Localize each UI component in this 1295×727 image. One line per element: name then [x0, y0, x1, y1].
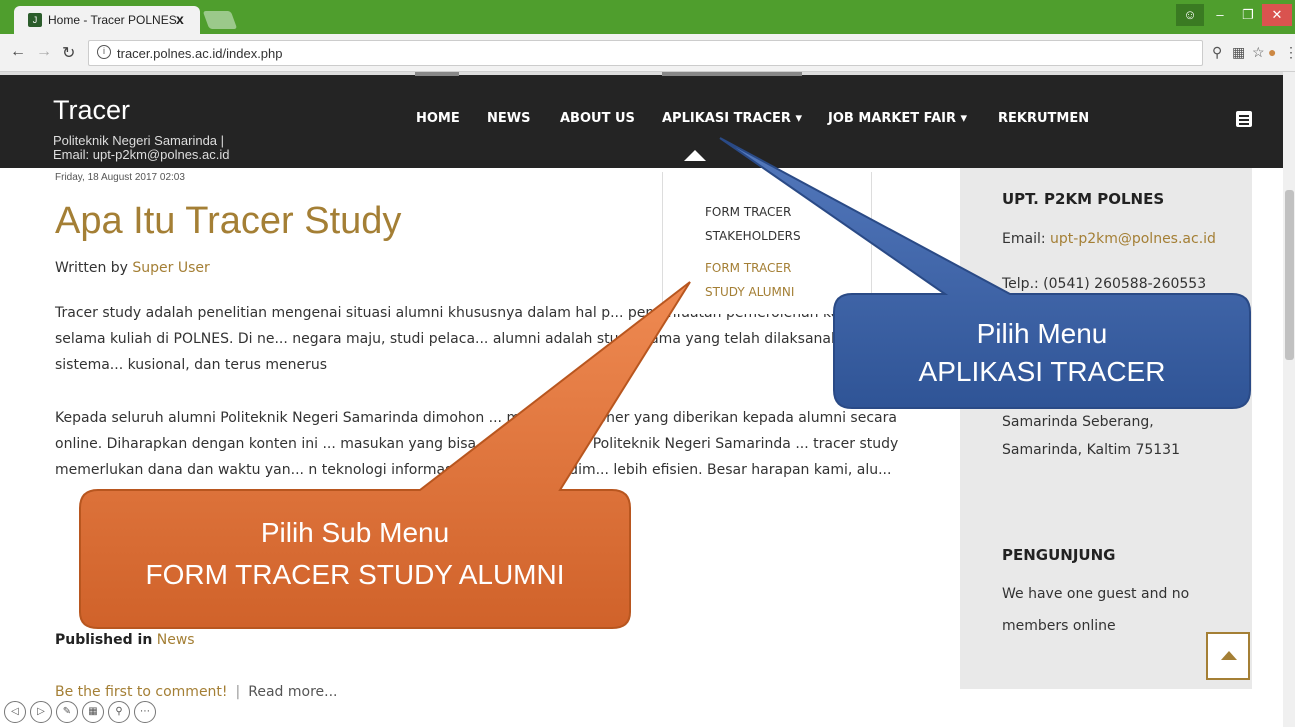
- callout-orange-line2: FORM TRACER STUDY ALUMNI: [145, 559, 565, 590]
- callout-blue-line2: APLIKASI TRACER: [918, 356, 1166, 387]
- callout-blue-line1: Pilih Menu: [976, 318, 1108, 349]
- callout-orange-text: Pilih Sub Menu FORM TRACER STUDY ALUMNI: [80, 512, 630, 596]
- callout-orange-line1: Pilih Sub Menu: [260, 517, 450, 548]
- callout-blue-text: Pilih Menu APLIKASI TRACER: [834, 315, 1250, 391]
